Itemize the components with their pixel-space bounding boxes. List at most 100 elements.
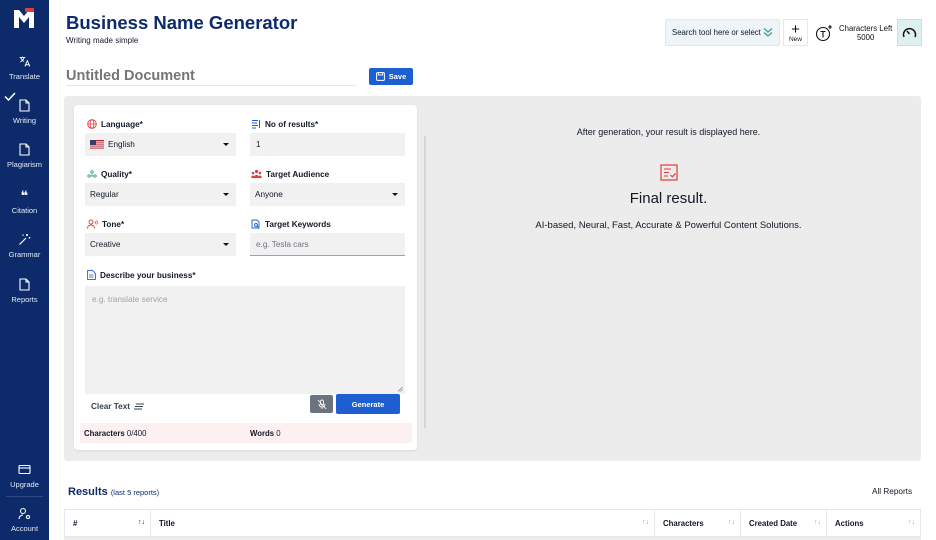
clear-lines-icon [133, 403, 144, 410]
sort-icon: ↑↓ [642, 519, 649, 526]
column-header-label: Created Date [749, 518, 798, 528]
sidebar-item-writing[interactable]: Writing [0, 97, 49, 137]
results-title-text: Results [68, 486, 108, 498]
column-header-label: Title [159, 518, 175, 528]
describe-textarea[interactable]: e.g. translate service [85, 286, 405, 394]
list-icon [252, 120, 260, 129]
keywords-placeholder: e.g. Tesla cars [256, 239, 309, 249]
sidebar-item-label: Writing [12, 116, 37, 125]
logo-icon[interactable] [12, 6, 36, 30]
audience-label: Target Audience [251, 169, 329, 179]
caret-down-icon [392, 193, 398, 196]
new-document-button[interactable]: + New [783, 19, 808, 46]
page-subtitle: Writing made simple [66, 36, 139, 45]
results-count-label: No of results* [251, 119, 318, 129]
results-count-input[interactable]: 1 [250, 133, 405, 156]
document-icon [17, 141, 33, 157]
results-count-value: 1 [256, 140, 261, 149]
sidebar-divider [6, 496, 43, 497]
characters-left-value: 5000 [856, 32, 875, 42]
document-icon [17, 276, 33, 292]
results-count-label-text: No of results* [265, 119, 319, 129]
sidebar-item-label: Plagiarism [6, 160, 42, 169]
resize-handle-icon[interactable] [397, 386, 403, 392]
document-title-input[interactable] [66, 66, 356, 86]
document-icon [87, 270, 96, 280]
keyword-search-icon [251, 219, 260, 229]
new-button-label: New [788, 35, 802, 43]
speedometer-icon [902, 27, 917, 38]
keywords-input[interactable]: e.g. Tesla cars [250, 233, 405, 256]
tone-icon [87, 219, 98, 229]
column-header-number[interactable]: # ↑↓ [65, 510, 151, 536]
sidebar-item-label: Citation [11, 206, 38, 215]
column-header-characters[interactable]: Characters ↑↓ [655, 510, 741, 536]
language-select[interactable]: English [85, 133, 236, 156]
tone-select[interactable]: Creative [85, 233, 236, 256]
generate-button[interactable]: Generate [336, 394, 400, 414]
language-label: Language* [87, 119, 143, 129]
column-header-title[interactable]: Title ↑↓ [151, 510, 655, 536]
magic-wand-icon [17, 231, 33, 247]
save-button[interactable]: Save [369, 68, 413, 85]
plus-icon: + [791, 20, 800, 38]
column-header-label: Characters [663, 518, 704, 528]
keywords-label: Target Keywords [251, 219, 331, 229]
caret-down-icon [223, 193, 229, 196]
all-reports-link[interactable]: All Reports [872, 487, 912, 496]
quality-label-text: Quality* [101, 169, 132, 179]
characters-count-value: 0/400 [126, 428, 147, 438]
generate-button-label: Generate [351, 399, 385, 409]
quality-icon [87, 170, 97, 178]
sidebar-item-grammar[interactable]: Grammar [0, 231, 49, 271]
results-subtitle: (last 5 reports) [110, 488, 160, 497]
final-result-heading: Final result. [629, 190, 708, 207]
sort-icon: ↑↓ [908, 519, 915, 526]
words-count: Words 0 [250, 429, 281, 438]
audience-select[interactable]: Anyone [250, 183, 405, 206]
sidebar-item-account[interactable]: Account [0, 505, 49, 540]
account-icon [17, 505, 33, 521]
tool-search-select[interactable]: Search tool here or select [665, 19, 780, 46]
double-chevron-down-icon [763, 28, 773, 37]
quality-select[interactable]: Regular [85, 183, 236, 206]
page-title: Business Name Generator [66, 12, 298, 33]
sidebar: Translate Writing Plagiarism ❝ Citation … [0, 0, 49, 540]
sidebar-item-reports[interactable]: Reports [0, 276, 49, 316]
microphone-button[interactable] [310, 395, 333, 413]
sidebar-item-citation[interactable]: ❝ Citation [0, 187, 49, 227]
sidebar-item-translate[interactable]: Translate [0, 53, 49, 93]
column-header-label: # [73, 518, 78, 528]
column-header-created-date[interactable]: Created Date ↑↓ [741, 510, 827, 536]
characters-count: Characters 0/400 [84, 429, 146, 438]
globe-icon [87, 119, 97, 129]
sidebar-item-label: Reports [11, 295, 38, 304]
sort-icon: ↑↓ [814, 519, 821, 526]
column-header-label: Actions [835, 518, 864, 528]
tone-label: Tone* [87, 219, 124, 229]
sidebar-item-plagiarism[interactable]: Plagiarism [0, 141, 49, 181]
results-table-header: # ↑↓ Title ↑↓ Characters ↑↓ Created Date… [64, 509, 921, 537]
results-heading: Results (last 5 reports) [68, 486, 159, 498]
people-icon [251, 169, 262, 178]
quality-value: Regular [90, 190, 119, 199]
translate-icon [17, 53, 33, 69]
speedometer-button[interactable] [897, 19, 922, 46]
result-tagline: AI-based, Neural, Fast, Accurate & Power… [535, 220, 802, 231]
tool-search-placeholder: Search tool here or select [672, 28, 761, 37]
audience-label-text: Target Audience [266, 169, 330, 179]
column-header-actions[interactable]: Actions ↑↓ [827, 510, 920, 536]
sidebar-item-upgrade[interactable]: Upgrade [0, 461, 49, 501]
tone-value: Creative [90, 240, 121, 249]
save-button-label: Save [388, 72, 407, 81]
result-info-text: After generation, your result is display… [576, 127, 761, 137]
sort-icon: ↑↓ [138, 519, 145, 526]
us-flag-icon [90, 140, 104, 149]
caret-down-icon [223, 143, 229, 146]
sidebar-item-label: Translate [9, 72, 40, 81]
clear-text-button[interactable]: Clear Text [91, 402, 144, 411]
language-label-text: Language* [101, 119, 143, 129]
language-value: English [108, 140, 135, 149]
describe-label: Describe your business* [87, 270, 196, 280]
sidebar-item-label: Grammar [8, 250, 41, 259]
